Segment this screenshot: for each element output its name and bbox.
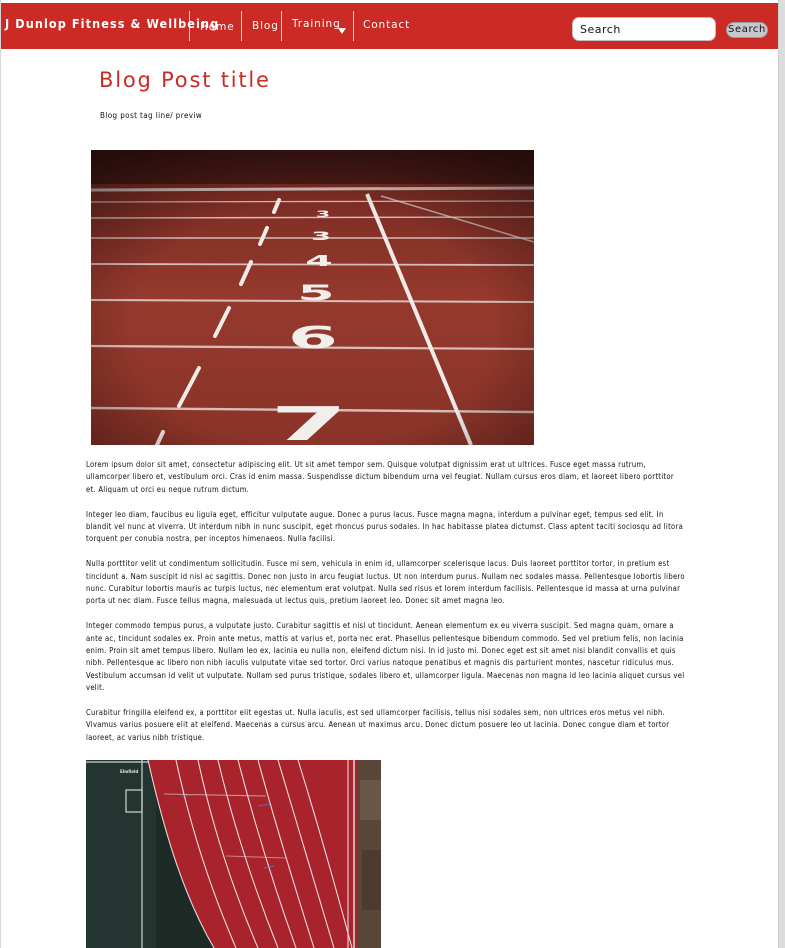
nav-item-home[interactable]: Home — [200, 21, 235, 33]
post-paragraph: Curabitur fringilla eleifend ex, a portt… — [86, 708, 670, 742]
nav-item-contact[interactable]: Contact — [363, 19, 410, 31]
post-paragraph: Integer leo diam, faucibus eu ligula ege… — [86, 509, 684, 544]
nav-divider — [281, 11, 282, 41]
nav-divider — [241, 11, 242, 41]
nav-item-blog[interactable]: Blog — [252, 20, 279, 32]
post-title: Blog Post title — [99, 68, 271, 92]
post-paragraph: Integer commodo tempus purus, a vulputat… — [86, 621, 685, 693]
aerial-running-track-image: Elmfield — [86, 760, 381, 948]
top-navbar: J Dunlop Fitness & Wellbeing Home Blog T… — [1, 3, 778, 49]
svg-text:Elmfield: Elmfield — [120, 769, 138, 774]
chevron-down-icon[interactable] — [338, 28, 346, 34]
window-right-edge — [778, 0, 785, 948]
post-tagline: Blog post tag line/ previw — [100, 111, 203, 120]
search-button[interactable]: Search — [726, 22, 768, 38]
nav-item-training[interactable]: Training — [292, 18, 341, 30]
post-paragraph: Lorem ipsum dolor sit amet, consectetur … — [86, 460, 674, 494]
site-brand[interactable]: J Dunlop Fitness & Wellbeing — [5, 16, 219, 31]
post-body: Lorem ipsum dolor sit amet, consectetur … — [86, 459, 686, 757]
nav-divider — [353, 11, 354, 41]
nav-divider — [189, 11, 190, 41]
page: J Dunlop Fitness & Wellbeing Home Blog T… — [0, 0, 778, 948]
search-input[interactable] — [572, 17, 716, 41]
running-track-lanes-image: 3 3 4 5 6 7 — [91, 150, 534, 445]
post-paragraph: Nulla porttitor velit ut condimentum sol… — [86, 559, 685, 606]
